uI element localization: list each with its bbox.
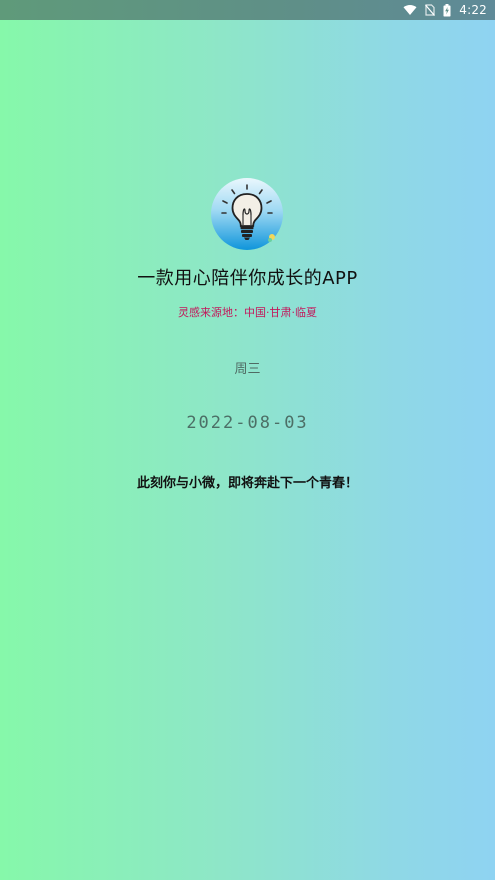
status-bar: 4:22 — [0, 0, 495, 20]
app-logo — [210, 177, 284, 251]
wifi-icon — [403, 4, 417, 16]
battery-charging-icon — [443, 3, 451, 17]
no-sim-icon — [425, 4, 436, 16]
lightbulb-icon — [211, 178, 283, 250]
weekday-label: 周三 — [234, 362, 261, 377]
status-icons: 4:22 — [403, 0, 487, 20]
inspiration-source: 灵感来源地：中国·甘肃·临夏 — [178, 306, 317, 319]
app-tagline: 一款用心陪伴你成长的APP — [137, 268, 358, 289]
clock-time: 4:22 — [459, 3, 487, 17]
date-label: 2022-08-03 — [186, 413, 309, 433]
motto-text: 此刻你与小微，即将奔赴下一个青春！ — [136, 476, 358, 491]
